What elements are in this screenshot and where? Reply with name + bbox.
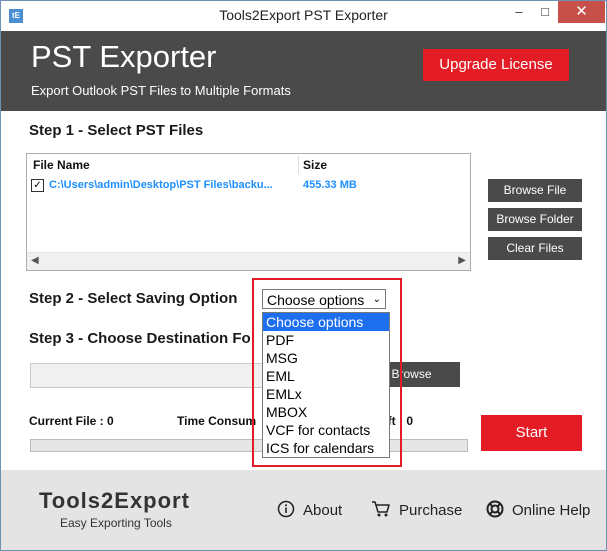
app-subtitle: Export Outlook PST Files to Multiple For…: [31, 83, 291, 98]
info-icon: [277, 500, 295, 522]
file-row-checkbox[interactable]: ✓: [31, 179, 44, 192]
lifebuoy-icon: [486, 500, 504, 522]
current-file-status: Current File : 0: [29, 414, 114, 428]
footer: Tools2Export Easy Exporting Tools About …: [1, 470, 606, 550]
cart-icon: [371, 500, 391, 522]
step1-label: Step 1 - Select PST Files: [29, 122, 204, 139]
upgrade-license-button[interactable]: Upgrade License: [423, 49, 569, 81]
start-button[interactable]: Start: [481, 415, 582, 451]
scroll-right-icon[interactable]: ▶: [458, 255, 466, 266]
purchase-label: Purchase: [399, 501, 463, 519]
highlight-box: [252, 278, 402, 467]
time-consumed-status: Time Consum: [177, 414, 257, 428]
progress-bar: [30, 439, 468, 452]
file-list[interactable]: File Name Size ✓ C:\Users\admin\Desktop\…: [26, 153, 471, 271]
clear-files-button[interactable]: Clear Files: [488, 237, 582, 260]
title-bar: tE Tools2Export PST Exporter – □ ✕: [1, 1, 606, 31]
horizontal-scrollbar[interactable]: ◀ ▶: [27, 252, 470, 270]
brand-tagline: Easy Exporting Tools: [60, 516, 172, 530]
online-help-link[interactable]: Online Help: [486, 500, 590, 522]
column-header-filename[interactable]: File Name: [33, 158, 90, 172]
about-link[interactable]: About: [277, 500, 342, 522]
file-path: C:\Users\admin\Desktop\PST Files\backu..…: [49, 179, 273, 191]
maximize-button[interactable]: □: [532, 1, 558, 23]
online-help-label: Online Help: [512, 501, 591, 519]
minimize-button[interactable]: –: [506, 1, 532, 23]
column-header-size[interactable]: Size: [303, 158, 327, 172]
file-size: 455.33 MB: [303, 179, 357, 191]
browse-folder-button[interactable]: Browse Folder: [488, 208, 582, 231]
browse-file-button[interactable]: Browse File: [488, 179, 582, 202]
scroll-left-icon[interactable]: ◀: [31, 255, 39, 266]
column-separator: [298, 156, 299, 174]
brand-name: Tools2Export: [39, 488, 190, 513]
app-window: tE Tools2Export PST Exporter – □ ✕ PST E…: [0, 0, 607, 551]
purchase-link[interactable]: Purchase: [371, 500, 462, 522]
close-button[interactable]: ✕: [558, 1, 605, 23]
step3-label: Step 3 - Choose Destination Fo: [29, 330, 251, 347]
app-header: PST Exporter Export Outlook PST Files to…: [1, 31, 606, 111]
about-label: About: [303, 501, 343, 519]
step2-label: Step 2 - Select Saving Option: [29, 290, 238, 307]
app-title: PST Exporter: [31, 39, 217, 74]
